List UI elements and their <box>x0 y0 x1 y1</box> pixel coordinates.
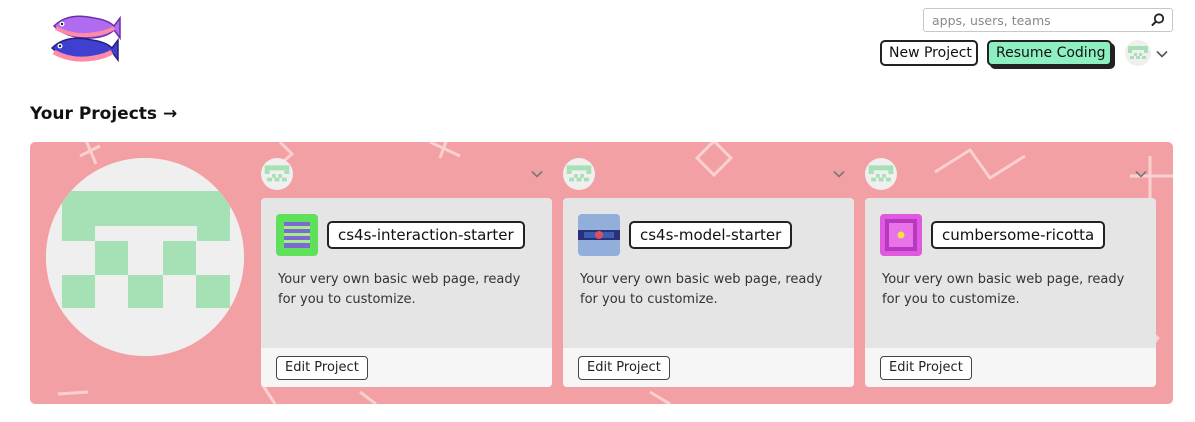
user-menu[interactable] <box>1125 40 1170 68</box>
team-avatar[interactable] <box>46 158 244 356</box>
edit-project-button[interactable]: Edit Project <box>578 356 670 380</box>
magenta-frame-icon[interactable] <box>880 214 922 256</box>
project-card: cumbersome-ricotta Your very own basic w… <box>865 198 1156 387</box>
fish-logo-icon <box>50 15 121 63</box>
user-avatar-icon <box>566 165 592 182</box>
chevron-down-icon[interactable] <box>531 170 543 178</box>
green-stack-icon[interactable] <box>276 214 318 256</box>
user-avatar <box>1125 40 1151 66</box>
chevron-down-icon <box>1156 50 1168 58</box>
section-title[interactable]: Your Projects → <box>30 104 177 124</box>
user-avatar-icon <box>868 165 894 182</box>
new-project-button[interactable]: New Project <box>880 40 978 66</box>
project-description: Your very own basic web page, ready for … <box>580 272 823 307</box>
search-input[interactable] <box>924 9 1142 31</box>
search-box[interactable] <box>923 8 1173 32</box>
project-owner-avatar[interactable] <box>261 158 293 190</box>
project-description: Your very own basic web page, ready for … <box>278 272 521 307</box>
team-avatar-icon <box>46 158 244 356</box>
project-owner-avatar[interactable] <box>563 158 595 190</box>
edit-project-button[interactable]: Edit Project <box>276 356 368 380</box>
chevron-down-icon[interactable] <box>1135 170 1147 178</box>
project-description: Your very own basic web page, ready for … <box>882 272 1125 307</box>
chevron-down-icon[interactable] <box>833 170 845 178</box>
projects-banner: cs4s-interaction-starter Your very own b… <box>30 142 1173 404</box>
project-owner-avatar[interactable] <box>865 158 897 190</box>
project-card: cs4s-model-starter Your very own basic w… <box>563 198 854 387</box>
search-icon[interactable] <box>1150 12 1166 28</box>
edit-project-button[interactable]: Edit Project <box>880 356 972 380</box>
glitch-fish-logo[interactable] <box>48 8 122 66</box>
user-avatar-icon <box>264 165 290 182</box>
blue-band-icon[interactable] <box>578 214 620 256</box>
project-name-link[interactable]: cumbersome-ricotta <box>931 221 1106 249</box>
project-name-link[interactable]: cs4s-interaction-starter <box>327 221 525 249</box>
project-name-link[interactable]: cs4s-model-starter <box>629 221 793 249</box>
project-card: cs4s-interaction-starter Your very own b… <box>261 198 552 387</box>
resume-coding-button[interactable]: Resume Coding <box>987 40 1112 66</box>
